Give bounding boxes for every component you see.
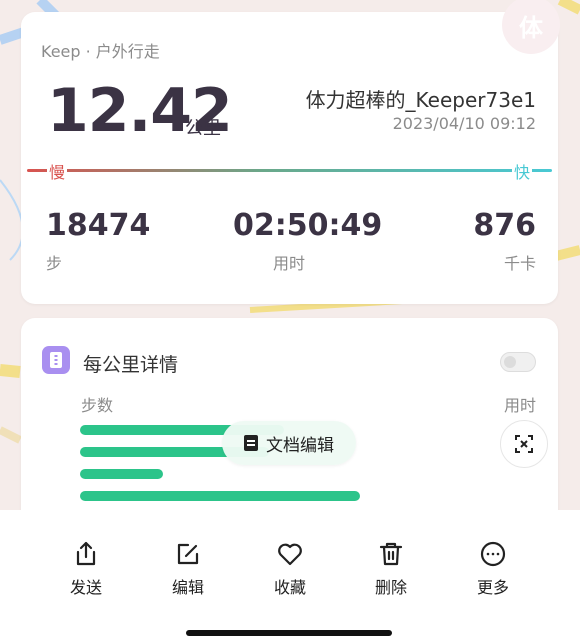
doc-edit-label: 文档编辑 (266, 435, 334, 456)
favorite-button[interactable]: 收藏 (255, 540, 325, 598)
pace-gradient-bar (27, 169, 552, 172)
document-icon (244, 435, 258, 451)
edit-label: 编辑 (171, 578, 204, 597)
detail-title: 每公里详情 (83, 354, 179, 376)
fitness-badge[interactable]: 体 (502, 0, 560, 54)
steps-value: 18474 (46, 208, 151, 243)
column-time-label: 用时 (503, 396, 536, 415)
edit-button[interactable]: 编辑 (153, 540, 223, 598)
pace-slow-label: 慢 (47, 159, 68, 183)
home-indicator[interactable] (186, 630, 392, 636)
calories-label: 千卡 (503, 254, 536, 273)
column-steps-label: 步数 (81, 396, 114, 415)
heart-icon (278, 543, 302, 566)
more-icon (480, 541, 506, 567)
detail-toggle[interactable] (500, 352, 536, 372)
calories-value: 876 (473, 208, 536, 243)
trash-icon (379, 542, 403, 566)
delete-button[interactable]: 删除 (356, 540, 426, 598)
record-source: Keep · 户外行走 (41, 42, 160, 61)
favorite-label: 收藏 (273, 578, 306, 597)
detail-list-icon (42, 346, 70, 374)
steps-label: 步 (46, 254, 63, 273)
send-button[interactable]: 发送 (51, 540, 121, 598)
share-icon (76, 541, 96, 566)
duration-label: 用时 (273, 254, 306, 273)
workout-summary-card: Keep · 户外行走 体 12.42 公里 体力超棒的_Keeper73e1 … (21, 0, 560, 304)
duration-value: 02:50:49 (233, 208, 383, 243)
more-button[interactable]: 更多 (458, 540, 528, 598)
username: 体力超棒的_Keeper73e1 (305, 88, 536, 112)
scan-icon (515, 435, 533, 453)
pace-fast-label: 快 (511, 159, 532, 183)
km-bar (80, 469, 163, 479)
scan-button[interactable] (500, 420, 548, 468)
more-label: 更多 (476, 578, 509, 597)
doc-edit-button[interactable]: 文档编辑 (222, 421, 356, 465)
bottom-action-bar: 发送 编辑 收藏 删除 更多 (0, 510, 580, 644)
distance-unit: 公里 (185, 118, 221, 139)
workout-datetime: 2023/04/10 09:12 (392, 114, 536, 133)
send-label: 发送 (69, 578, 102, 597)
km-bar (80, 491, 360, 501)
delete-label: 删除 (374, 578, 407, 597)
edit-icon (177, 543, 199, 565)
